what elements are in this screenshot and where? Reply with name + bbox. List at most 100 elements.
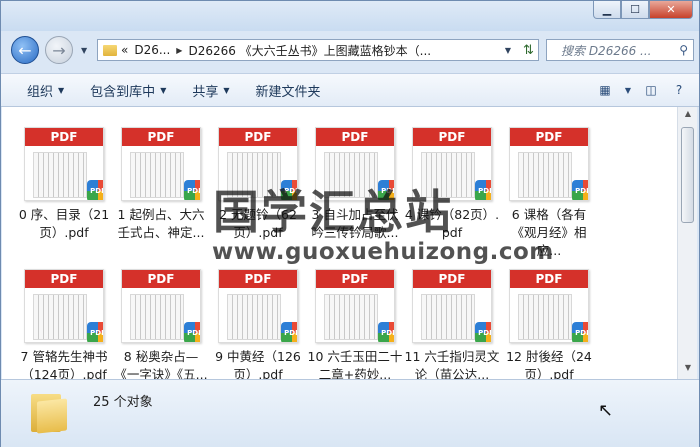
file-item[interactable]: PDF PDF 9 中黄经（126页）.pdf [210, 269, 306, 387]
file-item[interactable]: PDF PDF 8 秘奥杂占—《一字诀》《五... [113, 269, 209, 387]
preview-pane-icon[interactable]: ◫ [641, 80, 661, 100]
window-controls: ▁ ☐ ✕ [593, 1, 693, 19]
scrollbar-thumb[interactable] [681, 127, 694, 223]
file-item[interactable]: PDF PDF 3 自斗加占至伏吟三传钤局歌... [307, 127, 403, 245]
title-bar[interactable]: ▁ ☐ ✕ [1, 1, 699, 31]
page-preview [227, 294, 281, 340]
file-name: 1 起例占、大六壬式占、神定... [117, 207, 205, 240]
file-item[interactable]: PDF PDF 7 管辂先生神书（124页）.pdf [16, 269, 112, 387]
pdf-app-icon: PDF [475, 322, 491, 342]
pdf-band: PDF [219, 270, 297, 288]
recent-pages-dropdown[interactable]: ▼ [81, 46, 87, 55]
navigation-row: ← → ▼ « D26... ▶ D26266 《大六壬丛书》上图藏蓝格钞本（.… [1, 34, 699, 68]
explorer-window: ▁ ☐ ✕ ← → ▼ « D26... ▶ D26266 《大六壬丛书》上图藏… [0, 0, 700, 447]
pdf-app-icon: PDF [281, 322, 297, 342]
back-button[interactable]: ← [11, 36, 39, 64]
breadcrumb-separator-icon[interactable]: ▶ [176, 46, 182, 55]
breadcrumb-segment-2[interactable]: D26266 《大六壬丛书》上图藏蓝格钞本（... [188, 42, 431, 59]
command-toolbar: 组织 ▼ 包含到库中 ▼ 共享 ▼ 新建文件夹 ▦ ▼ ◫ ? [1, 73, 699, 107]
file-item[interactable]: PDF PDF 2 无题钤（62页）.pdf [210, 127, 306, 245]
help-icon[interactable]: ? [669, 80, 689, 100]
pdf-app-icon: PDF [572, 180, 588, 200]
maximize-button[interactable]: ☐ [621, 1, 649, 19]
chevron-down-icon: ▼ [160, 85, 167, 95]
pdf-thumbnail: PDF PDF [509, 127, 589, 201]
address-dropdown-button[interactable]: ▼ [499, 39, 517, 61]
pdf-band: PDF [510, 128, 588, 146]
search-icon[interactable]: ⚲ [679, 43, 688, 57]
item-count: 25 个对象 [93, 395, 153, 410]
organize-button[interactable]: 组织 ▼ [27, 81, 64, 100]
pdf-thumbnail: PDF PDF [509, 269, 589, 343]
page-preview [33, 294, 87, 340]
page-preview [227, 152, 281, 198]
pdf-band: PDF [25, 128, 103, 146]
file-item[interactable]: PDF PDF 0 序、目录（21页）.pdf [16, 127, 112, 245]
pdf-thumbnail: PDF PDF [315, 269, 395, 343]
page-preview [130, 294, 184, 340]
pdf-app-icon: PDF [378, 180, 394, 200]
organize-label: 组织 [27, 84, 54, 100]
page-preview [324, 152, 378, 198]
minimize-button[interactable]: ▁ [593, 1, 621, 19]
page-preview [421, 294, 475, 340]
breadcrumb-overflow[interactable]: « [121, 43, 128, 57]
chevron-down-icon[interactable]: ▼ [623, 80, 633, 100]
refresh-button[interactable]: ⇅ [519, 39, 539, 61]
page-preview [421, 152, 475, 198]
scroll-up-icon[interactable]: ▲ [682, 109, 694, 123]
pdf-band: PDF [122, 128, 200, 146]
arrow-right-icon: → [52, 40, 66, 60]
chevron-down-icon: ▼ [223, 85, 230, 95]
pdf-band: PDF [122, 270, 200, 288]
address-bar[interactable]: « D26... ▶ D26266 《大六壬丛书》上图藏蓝格钞本（... [97, 39, 537, 61]
file-name: 2 无题钤（62页）.pdf [219, 207, 297, 240]
file-item[interactable]: PDF PDF 1 起例占、大六壬式占、神定... [113, 127, 209, 245]
pdf-thumbnail: PDF PDF [218, 127, 298, 201]
file-item[interactable]: PDF PDF 12 肘後经（24页）.pdf [501, 269, 597, 387]
file-item[interactable]: PDF PDF 10 六壬玉田二十二章+药妙... [307, 269, 403, 387]
pdf-band: PDF [413, 270, 491, 288]
forward-button[interactable]: → [45, 36, 73, 64]
search-input[interactable]: 搜索 D26266 ... ⚲ [546, 39, 694, 61]
arrow-left-icon: ← [18, 40, 32, 60]
search-placeholder: 搜索 D26266 ... [561, 43, 652, 58]
close-button[interactable]: ✕ [649, 1, 693, 19]
file-name: 6 课格（各有《观月经》相应... [511, 207, 587, 258]
new-folder-button[interactable]: 新建文件夹 [256, 81, 321, 100]
vertical-scrollbar[interactable]: ▲ ▼ [677, 107, 697, 379]
file-name: 4 课钤（82页）.pdf [404, 207, 500, 240]
pdf-thumbnail: PDF PDF [121, 127, 201, 201]
pdf-thumbnail: PDF PDF [24, 127, 104, 201]
pdf-band: PDF [25, 270, 103, 288]
pdf-band: PDF [316, 270, 394, 288]
pdf-thumbnail: PDF PDF [412, 127, 492, 201]
scroll-down-icon[interactable]: ▼ [682, 363, 694, 377]
file-list[interactable]: PDF PDF 0 序、目录（21页）.pdf PDF PDF 1 起例占、大六… [2, 107, 677, 382]
file-item[interactable]: PDF PDF 6 课格（各有《观月经》相应... [501, 127, 597, 258]
folder-icon [103, 44, 117, 56]
page-preview [33, 152, 87, 198]
chevron-down-icon: ▼ [58, 85, 65, 95]
include-in-library-button[interactable]: 包含到库中 ▼ [90, 81, 166, 100]
page-preview [130, 152, 184, 198]
page-preview [518, 294, 572, 340]
pdf-band: PDF [219, 128, 297, 146]
pdf-app-icon: PDF [281, 180, 297, 200]
file-name: 0 序、目录（21页）.pdf [18, 207, 110, 240]
pdf-app-icon: PDF [87, 322, 103, 342]
folder-icon [29, 390, 69, 434]
include-in-library-label: 包含到库中 [90, 84, 156, 100]
pdf-band: PDF [510, 270, 588, 288]
share-label: 共享 [192, 84, 219, 100]
view-controls: ▦ ▼ ◫ ? [595, 80, 689, 100]
change-view-icon[interactable]: ▦ [595, 80, 615, 100]
pdf-app-icon: PDF [475, 180, 491, 200]
refresh-icon: ⇅ [523, 42, 534, 58]
file-item[interactable]: PDF PDF 11 六壬指归灵文论（苗公达... [404, 269, 500, 387]
pdf-band: PDF [413, 128, 491, 146]
file-item[interactable]: PDF PDF 4 课钤（82页）.pdf [404, 127, 500, 245]
breadcrumb-segment-1[interactable]: D26... [134, 43, 170, 57]
page-preview [518, 152, 572, 198]
share-button[interactable]: 共享 ▼ [192, 81, 229, 100]
